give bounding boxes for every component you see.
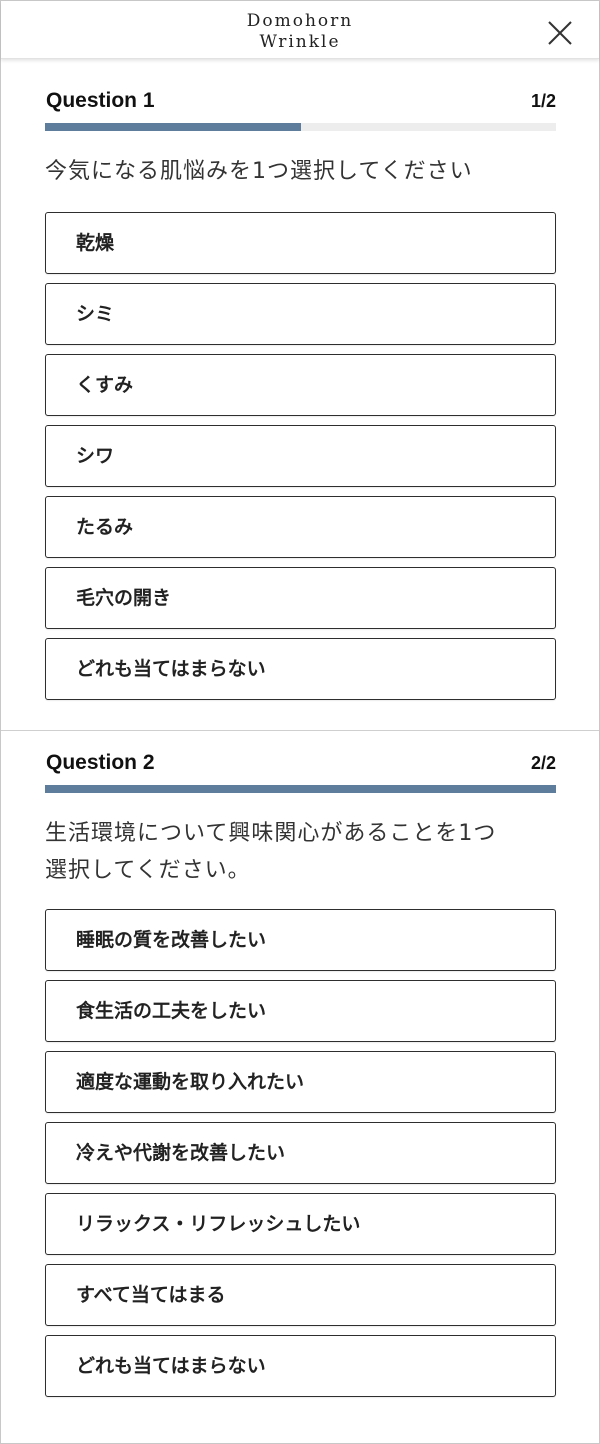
option-button[interactable]: 冷えや代謝を改善したい (45, 1122, 556, 1184)
option-button[interactable]: 適度な運動を取り入れたい (45, 1051, 556, 1113)
question-header: Question 1 1/2 (45, 89, 556, 115)
quiz-panel: Domohorn Wrinkle Question 1 1/2 今気になる肌悩み… (0, 0, 600, 1444)
option-button[interactable]: 毛穴の開き (45, 567, 556, 629)
progress-bar (45, 785, 556, 793)
close-icon (548, 21, 572, 45)
progress-fill (45, 785, 556, 793)
close-button[interactable] (547, 20, 573, 46)
option-button[interactable]: 乾燥 (45, 212, 556, 274)
brand-logo: Domohorn Wrinkle (1, 11, 599, 53)
logo-line-2: Wrinkle (259, 32, 341, 52)
question-prompt: 今気になる肌悩みを1つ選択してください (45, 159, 473, 184)
option-button[interactable]: 食生活の工夫をしたい (45, 980, 556, 1042)
header: Domohorn Wrinkle (1, 1, 599, 59)
option-button[interactable]: リラックス・リフレッシュしたい (45, 1193, 556, 1255)
option-button[interactable]: 睡眠の質を改善したい (45, 909, 556, 971)
question-header: Question 2 2/2 (45, 751, 556, 777)
question-title: Question 1 (46, 89, 155, 112)
progress-bar (45, 123, 556, 131)
prompt-line-2: 選択してください。 (45, 858, 251, 883)
option-button[interactable]: くすみ (45, 354, 556, 416)
question-1-section: Question 1 1/2 今気になる肌悩みを1つ選択してください 乾燥 シミ… (45, 89, 556, 709)
option-button[interactable]: どれも当てはまらない (45, 1335, 556, 1397)
option-button[interactable]: すべて当てはまる (45, 1264, 556, 1326)
question-counter: 2/2 (530, 753, 556, 773)
section-divider (1, 730, 599, 731)
option-button[interactable]: どれも当てはまらない (45, 638, 556, 700)
options-list: 睡眠の質を改善したい 食生活の工夫をしたい 適度な運動を取り入れたい 冷えや代謝… (45, 909, 556, 1397)
options-list: 乾燥 シミ くすみ シワ たるみ 毛穴の開き どれも当てはまらない (45, 212, 556, 700)
option-button[interactable]: シミ (45, 283, 556, 345)
question-title: Question 2 (46, 751, 155, 774)
question-prompt: 生活環境について興味関心があることを1つ 選択してください。 (45, 815, 556, 889)
option-button[interactable]: たるみ (45, 496, 556, 558)
logo-line-1: Domohorn (246, 11, 354, 31)
prompt-line-1: 生活環境について興味関心があることを1つ (45, 821, 497, 846)
progress-fill (45, 123, 301, 131)
option-button[interactable]: シワ (45, 425, 556, 487)
question-counter: 1/2 (530, 91, 556, 111)
question-2-section: Question 2 2/2 生活環境について興味関心があることを1つ 選択して… (45, 751, 556, 1406)
